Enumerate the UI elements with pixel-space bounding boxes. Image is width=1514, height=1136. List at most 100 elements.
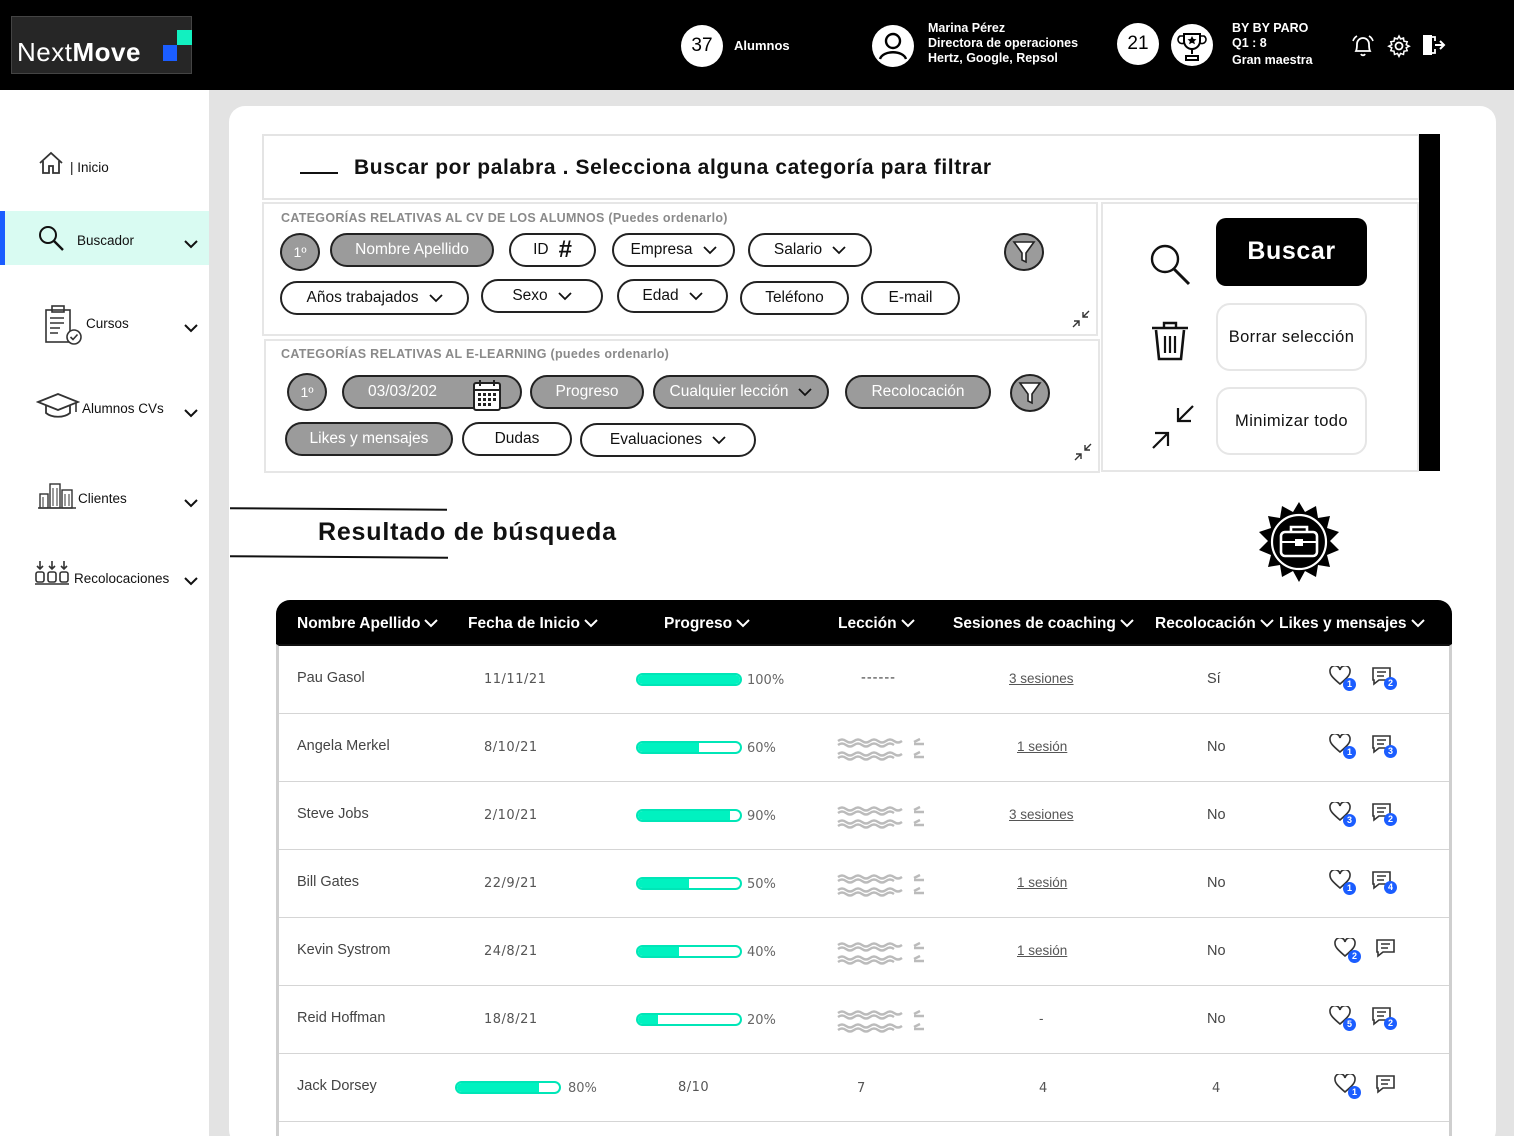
column-header[interactable]: Fecha de Inicio: [468, 615, 598, 633]
sidebar-item-recolocaciones[interactable]: Recolocaciones: [0, 551, 209, 605]
column-header-label: Lección: [838, 615, 897, 632]
cell-relocation: No: [1207, 875, 1226, 891]
column-header[interactable]: Lección: [838, 615, 915, 633]
progress-percent: 20%: [747, 1013, 776, 1028]
search-icon[interactable]: [1147, 240, 1193, 293]
table-row[interactable]: Bill Gates 22/9/21 50% 1 sesión No 1 4: [279, 850, 1449, 918]
table-row[interactable]: Kevin Systrom 24/8/21 40% 1 sesión No 2: [279, 918, 1449, 986]
message-icon[interactable]: 2: [1371, 666, 1397, 691]
rank-line-3: Gran maestra: [1232, 53, 1313, 67]
progress-percent: 80%: [568, 1081, 597, 1096]
clear-selection-button[interactable]: Borrar selección: [1216, 303, 1367, 371]
collapse-arrows-icon[interactable]: [1071, 309, 1091, 334]
message-icon[interactable]: [1375, 938, 1397, 963]
chip-nombre-apellido[interactable]: Nombre Apellido: [330, 233, 494, 267]
message-icon[interactable]: 3: [1371, 734, 1397, 759]
table-row[interactable]: Pau Gasol 11/11/21 100% ------ 3 sesiones Sí 1…: [279, 646, 1449, 714]
chip-telefono[interactable]: Teléfono: [740, 281, 849, 315]
trash-icon[interactable]: [1150, 320, 1190, 367]
chip-id[interactable]: ID #: [509, 233, 596, 267]
search-button[interactable]: Buscar: [1216, 218, 1367, 286]
messages-count-badge: 2: [1384, 813, 1397, 826]
message-icon[interactable]: [1375, 1074, 1397, 1099]
chip-salario[interactable]: Salario: [748, 233, 872, 267]
bell-icon[interactable]: [1350, 33, 1376, 64]
chevron-down-icon: [183, 495, 199, 513]
cv-filter-funnel-icon[interactable]: [1003, 232, 1045, 277]
calendar-icon[interactable]: [472, 378, 502, 417]
chevron-down-icon: [1260, 615, 1274, 633]
collapse-arrows-icon[interactable]: [1073, 442, 1093, 467]
sidebar-item-buscador[interactable]: Buscador: [0, 211, 209, 265]
sidebar-item-clientes[interactable]: Clientes: [0, 471, 209, 525]
heart-icon[interactable]: 5: [1329, 1004, 1356, 1031]
table-row[interactable]: Angela Merkel 8/10/21 60% 1 sesión No 1 3: [279, 714, 1449, 782]
minimize-all-button[interactable]: Minimizar todo: [1216, 387, 1367, 455]
sidebar: | Inicio Buscador Cursos Alumnos CVs Cli…: [0, 90, 209, 1136]
heart-icon[interactable]: 2: [1334, 936, 1361, 963]
column-header[interactable]: Recolocación: [1155, 615, 1274, 633]
sidebar-item-cursos[interactable]: Cursos: [0, 296, 209, 350]
column-header-label: Nombre Apellido: [297, 615, 421, 632]
cv-order-badge[interactable]: 1º: [280, 233, 320, 271]
column-header[interactable]: Progreso: [664, 615, 750, 633]
chip-likes-mensajes[interactable]: Likes y mensajes: [285, 422, 453, 456]
keyword-search-box[interactable]: Buscar por palabra . Selecciona alguna c…: [262, 134, 1420, 200]
heart-icon[interactable]: 1: [1329, 732, 1356, 759]
cell-coaching-sessions[interactable]: 1 sesión: [1017, 875, 1067, 890]
progress-bar: [636, 673, 742, 686]
cell-name: Angela Merkel: [297, 738, 390, 754]
cell-coaching-sessions[interactable]: 3 sesiones: [1009, 671, 1074, 686]
message-icon[interactable]: 4: [1371, 870, 1397, 895]
progress-percent: 90%: [747, 809, 776, 824]
chip-evaluaciones[interactable]: Evaluaciones: [580, 423, 756, 457]
column-header[interactable]: Nombre Apellido: [297, 615, 439, 633]
column-header[interactable]: Sesiones de coaching: [953, 615, 1134, 633]
lesson-placeholder: [836, 804, 928, 830]
chip-progreso[interactable]: Progreso: [530, 375, 644, 409]
likes-count-badge: 1: [1343, 882, 1356, 895]
chip-sexo[interactable]: Sexo: [481, 279, 603, 313]
chip-empresa[interactable]: Empresa: [612, 233, 735, 267]
minimize-arrows-icon[interactable]: [1150, 403, 1196, 456]
cell-value: 7: [857, 1081, 866, 1096]
elearning-filter-funnel-icon[interactable]: [1009, 373, 1051, 418]
table-row[interactable]: [279, 1122, 1449, 1136]
table-row[interactable]: Reid Hoffman 18/8/21 20% - No 5 2: [279, 986, 1449, 1054]
sidebar-item-alumnos-cvs[interactable]: Alumnos CVs: [0, 381, 209, 435]
user-avatar-icon[interactable]: [871, 24, 915, 73]
likes-count-badge: 2: [1348, 950, 1361, 963]
sidebar-item-label: Recolocaciones: [74, 571, 170, 586]
user-companies: Hertz, Google, Repsol: [928, 51, 1058, 65]
progress-bar: [636, 877, 742, 890]
chip-label: Empresa: [630, 241, 693, 258]
gear-icon[interactable]: [1387, 34, 1411, 63]
cell-coaching-sessions[interactable]: 3 sesiones: [1009, 807, 1074, 822]
sidebar-item-inicio[interactable]: | Inicio: [0, 140, 209, 194]
chevron-down-icon: [900, 615, 915, 633]
logo[interactable]: NextMove: [11, 16, 192, 74]
column-header[interactable]: Likes y mensajes: [1279, 615, 1425, 633]
heart-icon[interactable]: 1: [1329, 664, 1356, 691]
message-icon[interactable]: 2: [1371, 802, 1397, 827]
heart-icon[interactable]: 3: [1329, 800, 1356, 827]
elearning-order-badge[interactable]: 1º: [287, 373, 327, 411]
chip-label: Cualquier lección: [669, 383, 789, 400]
table-row[interactable]: Jack Dorsey 80% 8/10 7 4 4 1: [279, 1054, 1449, 1122]
chip-dudas[interactable]: Dudas: [462, 422, 572, 456]
sidebar-item-label: Alumnos CVs: [82, 401, 164, 416]
chip-anos-trabajados[interactable]: Años trabajados: [280, 281, 469, 315]
logout-icon[interactable]: [1420, 33, 1446, 62]
heart-icon[interactable]: 1: [1329, 868, 1356, 895]
cell-coaching-sessions[interactable]: 1 sesión: [1017, 739, 1067, 754]
chip-email[interactable]: E-mail: [861, 281, 960, 315]
chip-edad[interactable]: Edad: [617, 279, 728, 313]
message-icon[interactable]: 2: [1371, 1006, 1397, 1031]
chip-cualquier-leccion[interactable]: Cualquier lección: [653, 375, 829, 409]
table-row[interactable]: Steve Jobs 2/10/21 90% 3 sesiones No 3 2: [279, 782, 1449, 850]
cell-coaching-sessions[interactable]: 1 sesión: [1017, 943, 1067, 958]
chip-recolocacion[interactable]: Recolocación: [845, 375, 991, 409]
chevron-down-icon: [584, 615, 598, 633]
heart-icon[interactable]: 1: [1334, 1072, 1361, 1099]
cell-lesson: ------: [861, 670, 896, 686]
